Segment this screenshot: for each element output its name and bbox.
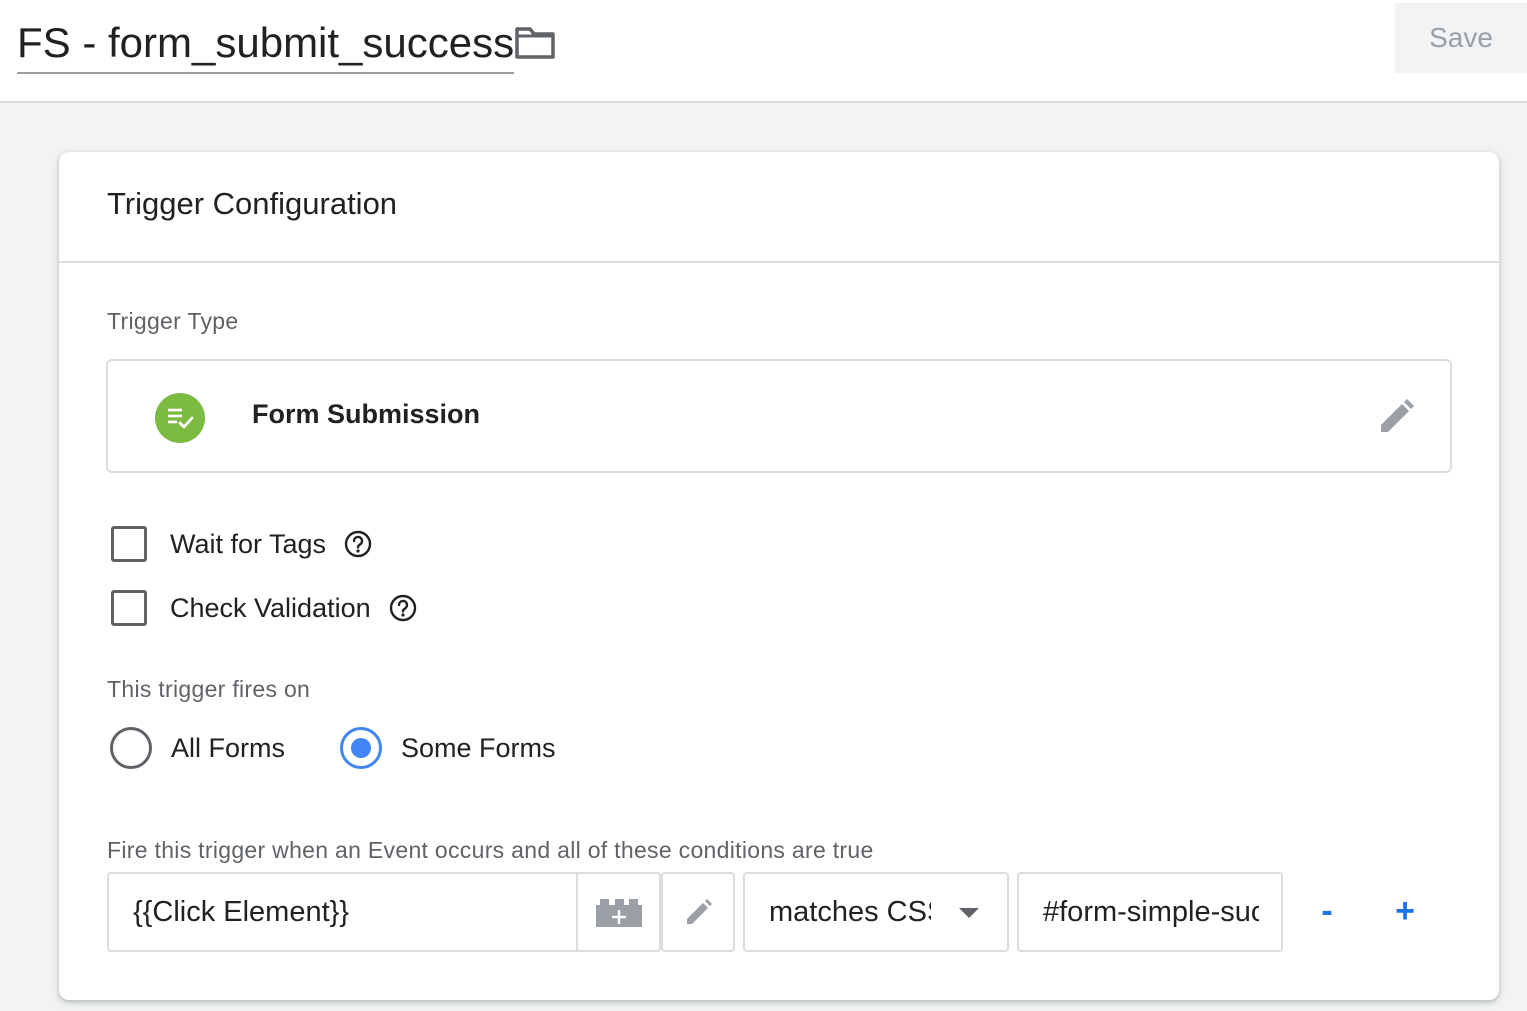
remove-condition-button[interactable]: - [1307,887,1347,935]
chevron-down-icon [959,908,979,918]
check-validation-label: Check Validation [170,592,371,623]
trigger-name-field[interactable]: FS - form_submit_success [17,14,515,74]
variable-value: {{Click Element}} [133,896,350,928]
all-forms-option[interactable]: All Forms [110,726,285,770]
condition-value-input[interactable]: #form-simple-success [1017,872,1283,952]
fires-on-label: This trigger fires on [107,676,311,702]
some-forms-radio[interactable] [340,727,382,769]
add-condition-button[interactable]: + [1385,887,1425,935]
pencil-icon[interactable] [1376,397,1416,437]
conditions-label: Fire this trigger when an Event occurs a… [107,837,874,863]
wait-for-tags-label: Wait for Tags [170,528,327,559]
trigger-type-label: Trigger Type [107,308,239,334]
trigger-type-selector[interactable]: Form Submission [106,359,1452,473]
all-forms-label: All Forms [171,732,285,763]
wait-for-tags-option[interactable]: Wait for Tags [111,524,372,564]
check-validation-option[interactable]: Check Validation [111,588,417,628]
some-forms-option[interactable]: Some Forms [340,726,556,770]
operator-select[interactable]: matches CSS selector [743,872,1009,952]
help-icon[interactable] [389,594,417,622]
trigger-type-name: Form Submission [252,399,481,429]
all-forms-radio[interactable] [110,727,152,769]
top-bar: FS - form_submit_success Save [0,0,1527,103]
check-validation-checkbox[interactable] [111,590,147,626]
card-header: Trigger Configuration [59,152,1499,263]
operator-value: matches CSS selector [769,896,931,928]
variable-field[interactable]: {{Click Element}} [107,872,578,952]
form-submission-icon [155,393,205,443]
some-forms-label: Some Forms [401,732,556,763]
save-button[interactable]: Save [1395,3,1527,73]
condition-value: #form-simple-success [1043,896,1259,928]
edit-variable-button[interactable] [661,872,735,952]
add-variable-button[interactable] [577,872,661,952]
variable-block-icon [596,899,642,927]
wait-for-tags-checkbox[interactable] [111,526,147,562]
pencil-icon [687,899,712,924]
trigger-configuration-card: Trigger Configuration Trigger Type Form … [59,152,1499,1000]
trigger-name: FS - form_submit_success [17,19,515,66]
help-icon[interactable] [344,530,372,558]
folder-icon[interactable] [514,24,556,60]
card-title: Trigger Configuration [107,186,398,221]
